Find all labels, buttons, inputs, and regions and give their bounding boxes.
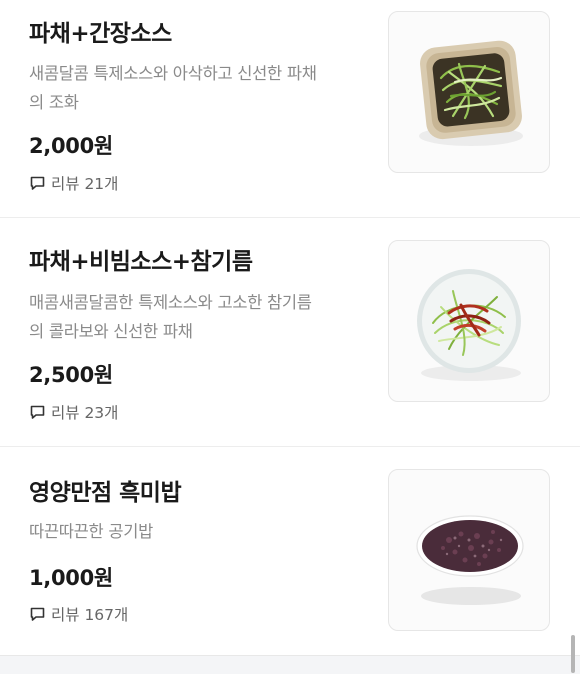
menu-item-price: 2,000원 (29, 134, 113, 158)
speech-bubble-icon (29, 175, 46, 191)
menu-item-scallion-spicy[interactable]: 파채+비빔소스+참기름 매콤새콤달콤한 특제소스와 고소한 참기름 의 콜라보와… (0, 218, 580, 447)
menu-item-name: 파채+간장소스 (29, 21, 172, 47)
menu-item-black-rice[interactable]: 영양만점 흑미밥 따끈따끈한 공기밥 1,000원 리뷰 167개 (0, 447, 580, 655)
speech-bubble-icon (29, 404, 46, 420)
menu-item-name: 파채+비빔소스+참기름 (29, 249, 253, 275)
menu-item-image[interactable] (388, 240, 550, 402)
scallion-salad-image (419, 40, 523, 146)
menu-item-description: 새콤달콤 특제소스와 아삭하고 신선한 파채 의 조화 (29, 64, 317, 112)
menu-item-price: 2,500원 (29, 363, 113, 387)
review-label: 리뷰 167개 (51, 606, 129, 624)
menu-item-price: 1,000원 (29, 566, 113, 590)
menu-item-scallion-soy[interactable]: 파채+간장소스 새콤달콤 특제소스와 아삭하고 신선한 파채 의 조화 2,00… (0, 0, 580, 218)
menu-item-description: 따끈따끈한 공기밥 (29, 522, 153, 541)
review-label: 리뷰 23개 (51, 404, 119, 422)
review-count[interactable]: 리뷰 167개 (29, 603, 128, 625)
menu-item-name: 영양만점 흑미밥 (29, 480, 182, 506)
black-rice-image (416, 515, 524, 605)
scrollbar[interactable] (571, 635, 575, 673)
menu-item-description: 매콤새콤달콤한 특제소스와 고소한 참기름 의 콜라보와 신선한 파채 (29, 293, 312, 341)
review-count[interactable]: 리뷰 23개 (29, 401, 118, 423)
speech-bubble-icon (29, 606, 46, 622)
menu-item-image[interactable] (388, 11, 550, 173)
spicy-scallion-salad-image (417, 269, 521, 381)
bottom-divider-band (0, 655, 580, 674)
menu-item-image[interactable] (388, 469, 550, 631)
review-count[interactable]: 리뷰 21개 (29, 172, 118, 194)
review-label: 리뷰 21개 (51, 175, 119, 193)
